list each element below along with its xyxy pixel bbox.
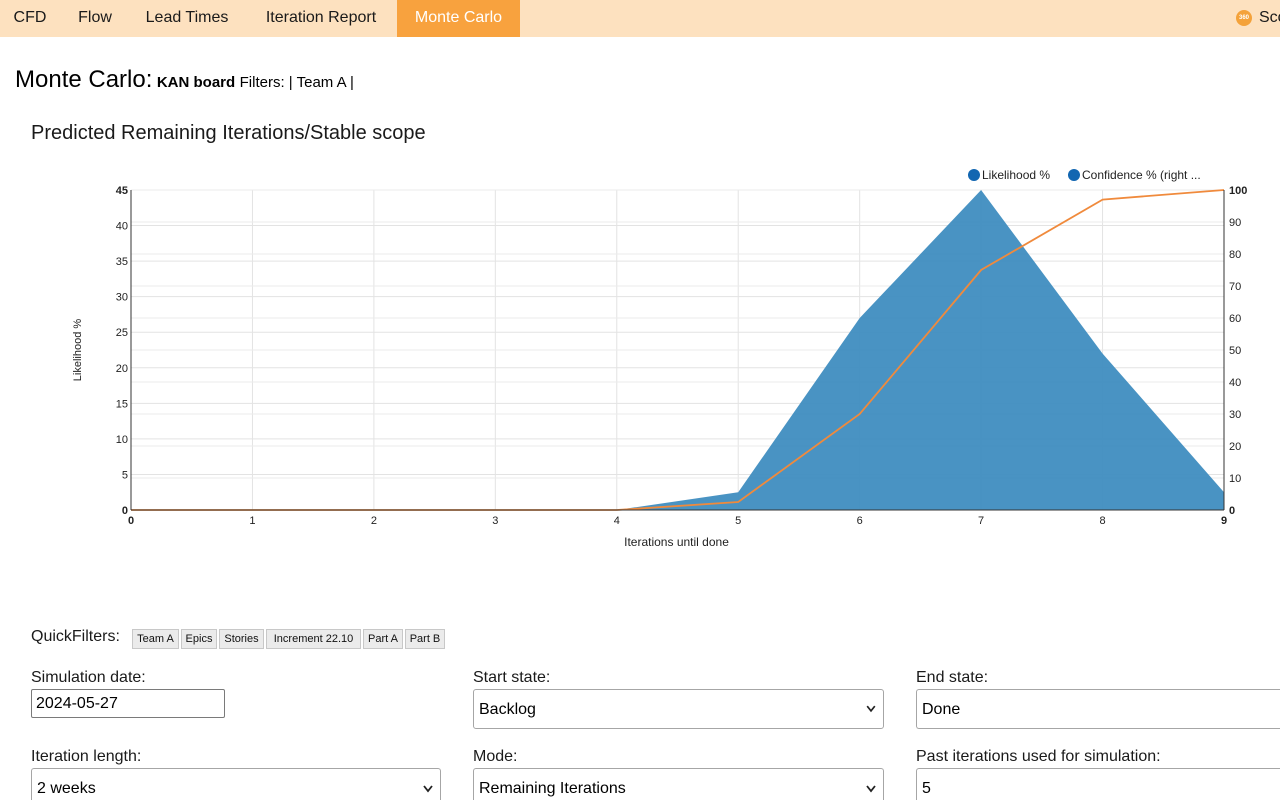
y2-tick-label: 90 xyxy=(1229,217,1241,229)
y-tick-label: 10 xyxy=(116,434,128,446)
board-name: KAN board xyxy=(156,74,236,91)
y-tick-label: 5 xyxy=(122,469,128,481)
legend-label: Likelihood % xyxy=(982,168,1050,182)
top-nav: CFD Flow Lead Times Iteration Report Mon… xyxy=(0,0,1280,37)
y2-tick-label: 40 xyxy=(1229,377,1241,389)
legend-label: Confidence % (right ... xyxy=(1082,168,1201,182)
quickfilter-epics[interactable]: Epics xyxy=(181,629,217,649)
start-state-label: Start state: xyxy=(473,669,551,686)
y2-tick-label: 0 xyxy=(1229,505,1235,517)
tab-iteration-report[interactable]: Iteration Report xyxy=(244,0,398,37)
y-axis-title: Likelihood % xyxy=(72,319,84,382)
past-iterations-input[interactable]: 5 xyxy=(916,768,1280,800)
quickfilter-stories[interactable]: Stories xyxy=(219,629,264,649)
simulation-date-label: Simulation date: xyxy=(31,669,146,686)
x-tick-label: 0 xyxy=(128,515,134,527)
monte-carlo-chart: 0 1 2 3 4 5 6 7 8 9051015202530354045010203040506… xyxy=(72,168,1247,549)
y2-tick-label: 30 xyxy=(1229,409,1241,421)
chart-title: Predicted Remaining Iterations/Stable sc… xyxy=(31,122,426,144)
quickfilter-part-b[interactable]: Part B xyxy=(405,629,445,649)
y2-tick-label: 80 xyxy=(1229,249,1241,261)
iteration-length-value: 2 weeks xyxy=(37,780,96,797)
quickfilter-team-a[interactable]: Team A xyxy=(132,629,179,649)
y2-tick-label: 60 xyxy=(1229,313,1241,325)
page-title-main: Monte Carlo: xyxy=(15,66,153,93)
y-tick-label: 35 xyxy=(116,256,128,268)
legend-marker-icon xyxy=(1068,169,1080,181)
mode-value: Remaining Iterations xyxy=(479,780,626,797)
chevron-down-icon xyxy=(866,705,876,713)
brand-label: Sco xyxy=(1259,9,1280,26)
x-tick-label: 6 xyxy=(857,515,863,527)
x-tick-label: 5 xyxy=(735,515,741,527)
x-tick-label: 8 xyxy=(1099,515,1105,527)
tab-lead-times[interactable]: Lead Times xyxy=(130,0,244,37)
y-tick-label: 30 xyxy=(116,292,128,304)
x-tick-label: 9 xyxy=(1221,515,1227,527)
start-state-value: Backlog xyxy=(479,701,536,718)
y2-tick-label: 50 xyxy=(1229,345,1241,357)
end-state-select[interactable]: Done xyxy=(916,689,1280,729)
active-filters: Filters: | Team A | xyxy=(239,74,354,91)
chevron-down-icon xyxy=(423,785,433,793)
quickfilter-increment[interactable]: Increment 22.10 xyxy=(266,629,361,649)
mode-select[interactable]: Remaining Iterations xyxy=(473,768,884,800)
y-tick-label: 20 xyxy=(116,363,128,375)
end-state-label: End state: xyxy=(916,669,989,686)
x-tick-label: 7 xyxy=(978,515,984,527)
past-iterations-label: Past iterations used for simulation: xyxy=(916,748,1161,765)
tab-cfd[interactable]: CFD xyxy=(0,0,60,37)
y2-tick-label: 20 xyxy=(1229,441,1241,453)
x-tick-label: 3 xyxy=(492,515,498,527)
y-tick-label: 0 xyxy=(122,505,128,517)
y2-tick-label: 70 xyxy=(1229,281,1241,293)
y-tick-label: 45 xyxy=(116,185,128,197)
iteration-length-label: Iteration length: xyxy=(31,748,142,765)
iteration-length-select[interactable]: 2 weeks xyxy=(31,768,441,800)
page-title: Monte Carlo: KAN board Filters: | Team A… xyxy=(15,66,354,94)
legend-marker-icon xyxy=(968,169,980,181)
x-axis-title: Iterations until done xyxy=(624,535,729,549)
y-tick-label: 25 xyxy=(116,327,128,339)
quickfilter-part-a[interactable]: Part A xyxy=(363,629,403,649)
mode-label: Mode: xyxy=(473,748,518,765)
y-tick-label: 40 xyxy=(116,221,128,233)
start-state-select[interactable]: Backlog xyxy=(473,689,884,729)
brand-logo-icon: 360 xyxy=(1236,10,1252,26)
y2-tick-label: 100 xyxy=(1229,185,1247,197)
quickfilters-label: QuickFilters: xyxy=(31,628,120,645)
tab-monte-carlo[interactable]: Monte Carlo xyxy=(397,0,520,37)
simulation-date-input[interactable] xyxy=(31,689,225,718)
tab-flow[interactable]: Flow xyxy=(60,0,130,37)
x-tick-label: 4 xyxy=(614,515,620,527)
x-tick-label: 2 xyxy=(371,515,377,527)
chevron-down-icon xyxy=(866,785,876,793)
y-tick-label: 15 xyxy=(116,398,128,410)
y2-tick-label: 10 xyxy=(1229,473,1241,485)
x-tick-label: 1 xyxy=(249,515,255,527)
past-iterations-value: 5 xyxy=(922,780,931,797)
end-state-value: Done xyxy=(922,701,961,718)
